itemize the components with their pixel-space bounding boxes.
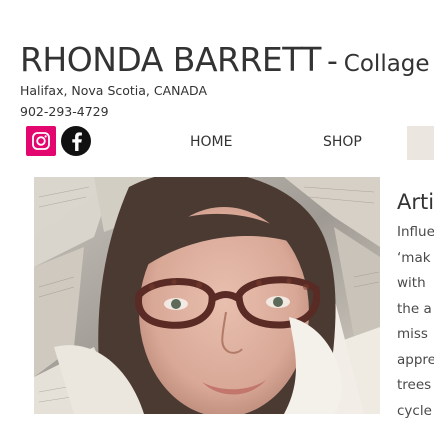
- facebook-icon: [68, 131, 84, 151]
- portrait-illustration: [34, 177, 380, 414]
- bio-line: ‘mak: [397, 246, 434, 272]
- bio-line: with: [397, 271, 434, 297]
- bio-line: Influe: [397, 220, 434, 246]
- bio-line: trees: [397, 373, 434, 399]
- instagram-link[interactable]: [26, 126, 56, 156]
- bio-line: miss: [397, 322, 434, 348]
- site-name: RHONDA BARRETT: [20, 40, 321, 79]
- artist-bio: Influe ‘mak with the a miss appre trees …: [397, 220, 434, 424]
- location-text: Halifax, Nova Scotia, CANADA: [20, 83, 207, 98]
- site-title: RHONDA BARRETT-Collage: [20, 40, 430, 79]
- site-subtitle: Collage: [344, 51, 430, 77]
- phone-number[interactable]: 902-293-4729: [20, 104, 109, 119]
- bio-line: cycle: [397, 399, 434, 424]
- artist-portrait-photo: [34, 177, 380, 414]
- artist-heading: Artis: [397, 190, 434, 214]
- facebook-link[interactable]: [61, 126, 91, 156]
- nav-home[interactable]: HOME: [190, 134, 232, 150]
- bio-line: appre: [397, 348, 434, 374]
- nav-shop[interactable]: SHOP: [323, 134, 362, 150]
- title-dash: -: [327, 44, 338, 79]
- instagram-icon: [31, 131, 51, 151]
- nav-button-partial[interactable]: [407, 126, 434, 160]
- bio-line: the a: [397, 297, 434, 323]
